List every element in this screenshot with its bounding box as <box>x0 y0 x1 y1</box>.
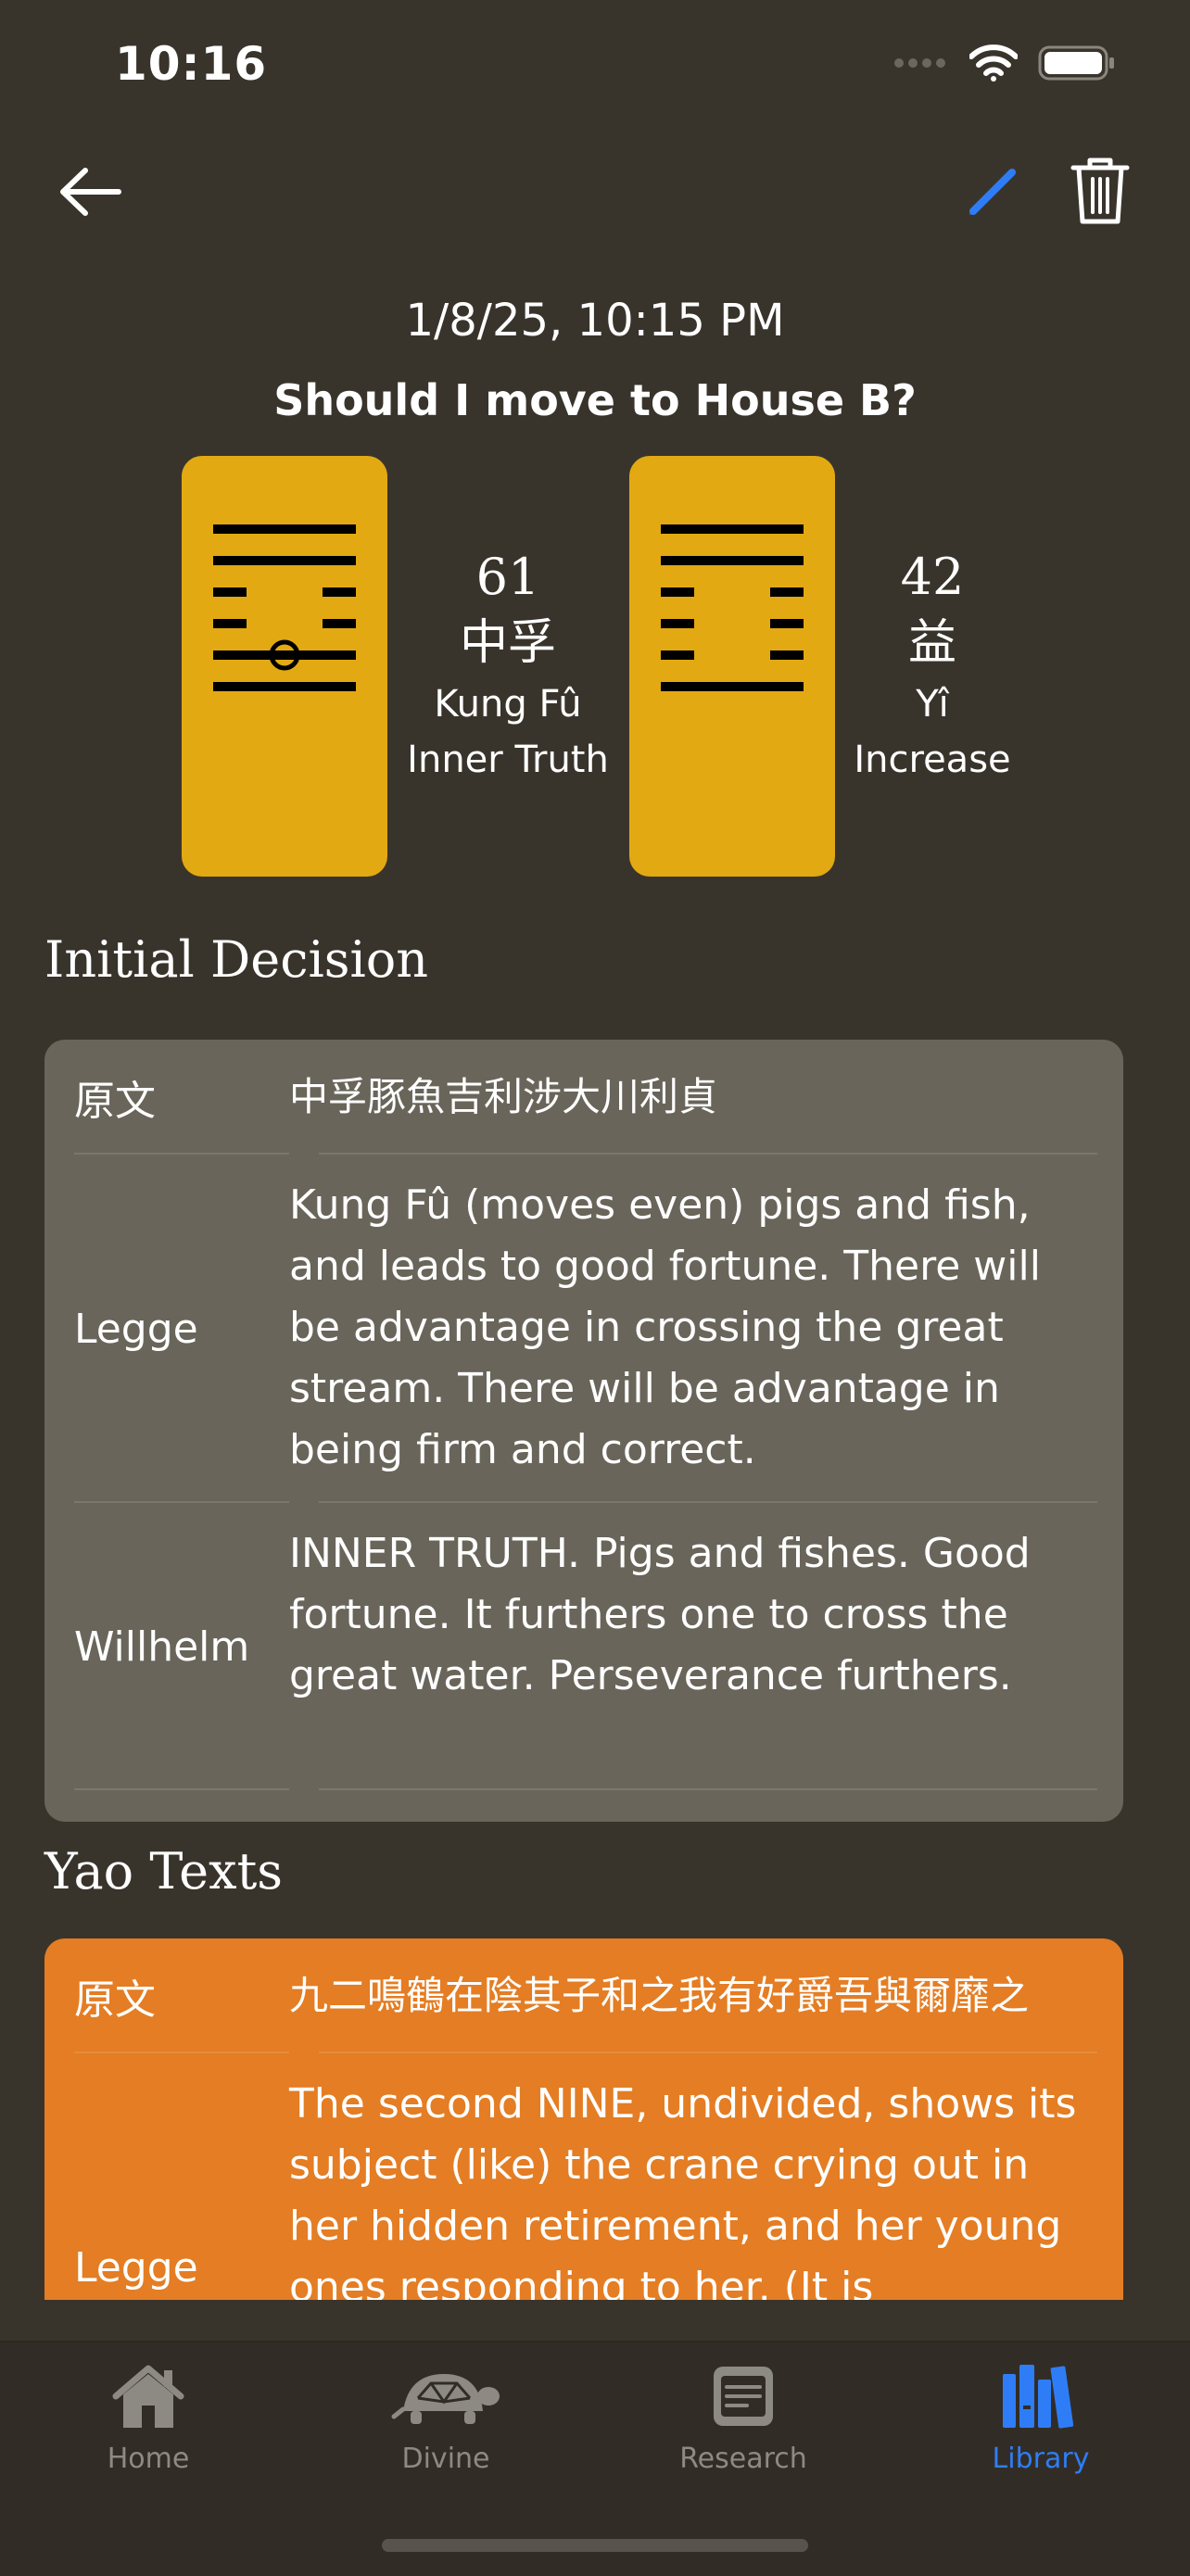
relating-hexagram-card[interactable] <box>629 456 835 877</box>
section-title-initial-decision: Initial Decision <box>44 930 429 989</box>
pencil-icon <box>969 169 1016 215</box>
yin-line-left <box>213 587 247 597</box>
row-text: 九二鳴鶴在陰其子和之我有好爵吾與爾靡之 <box>289 1973 1030 2018</box>
hexagram-pinyin: Yî <box>916 683 949 726</box>
yin-line-right <box>323 619 356 628</box>
text-row: Legge Kung Fû (moves even) pigs and fish… <box>44 1155 1123 1503</box>
yin-line-right <box>770 650 804 660</box>
row-label: 原文 <box>74 1078 156 1125</box>
document-icon <box>714 2367 773 2426</box>
row-text: 中孚豚魚吉利涉大川利貞 <box>289 1074 718 1119</box>
status-time: 10:16 <box>115 37 268 91</box>
row-label: Willhelm <box>74 1623 250 1671</box>
initial-decision-panel: 原文 中孚豚魚吉利涉大川利貞 Legge Kung Fû (moves even… <box>44 1040 1123 1822</box>
yin-line-right <box>323 587 356 597</box>
hexagram-number: 42 <box>900 548 965 606</box>
tab-divine[interactable]: Divine <box>344 2361 548 2475</box>
text-row: Legge The second NINE, undivided, shows … <box>44 2053 1123 2300</box>
turtle-icon <box>391 2374 500 2424</box>
divider <box>74 1788 289 1790</box>
wifi-icon <box>969 44 1018 82</box>
trash-icon <box>1070 158 1130 224</box>
row-label: 原文 <box>74 1976 156 2024</box>
home-indicator <box>382 2539 808 2552</box>
back-button[interactable] <box>54 159 128 224</box>
yin-line-left <box>661 587 694 597</box>
row-label: Legge <box>74 1305 198 1353</box>
tab-home[interactable]: Home <box>46 2361 250 2475</box>
yin-line-right <box>770 587 804 597</box>
yang-line <box>661 556 804 565</box>
delete-button[interactable] <box>1068 153 1133 227</box>
status-bar: 10:16 <box>0 0 1190 139</box>
yin-line-right <box>770 619 804 628</box>
yang-line <box>213 556 356 565</box>
edit-button[interactable] <box>960 158 1025 222</box>
section-title-yao-texts: Yao Texts <box>44 1842 283 1900</box>
yin-line-left <box>213 619 247 628</box>
primary-hexagram-info: 61 中孚 Kung Fû Inner Truth <box>397 545 619 788</box>
row-label: Legge <box>74 2244 198 2292</box>
status-icons <box>893 44 1116 82</box>
yang-line <box>213 524 356 534</box>
hexagram-pinyin: Kung Fû <box>434 683 582 726</box>
books-icon <box>1003 2365 1074 2429</box>
top-nav-bar <box>0 148 1190 241</box>
hexagram-english-name: Inner Truth <box>407 739 609 781</box>
yin-line-left <box>661 619 694 628</box>
reading-date: 1/8/25, 10:15 PM <box>405 295 785 347</box>
yao-texts-panel: 原文 九二鳴鶴在陰其子和之我有好爵吾與爾靡之 Legge The second … <box>44 1938 1123 2300</box>
text-row: Willhelm INNER TRUTH. Pigs and fishes. G… <box>44 1503 1123 1790</box>
tab-label: Research <box>679 2443 807 2475</box>
arrow-left-icon <box>60 168 121 216</box>
row-text: The second NINE, undivided, shows its su… <box>289 2080 1077 2300</box>
tab-library[interactable]: Library <box>939 2361 1143 2475</box>
row-text: Kung Fû (moves even) pigs and fish, and … <box>289 1181 1041 1473</box>
reading-question: Should I move to House B? <box>273 375 917 425</box>
hexagram-lines <box>661 524 804 691</box>
tab-label: Library <box>992 2443 1090 2475</box>
hexagram-english-name: Increase <box>854 739 1011 781</box>
divider <box>319 1788 1097 1790</box>
hexagram-lines <box>213 524 356 691</box>
hexagram-number: 61 <box>475 548 540 606</box>
tab-label: Divine <box>401 2443 490 2475</box>
house-icon <box>112 2365 184 2428</box>
hexagram-chinese-name: 益 <box>907 615 956 671</box>
tab-label: Home <box>107 2443 190 2475</box>
hexagram-chinese-name: 中孚 <box>459 615 556 671</box>
tab-research[interactable]: Research <box>641 2361 845 2475</box>
battery-icon <box>1038 45 1114 81</box>
relating-hexagram-info: 42 益 Yî Increase <box>821 545 1044 788</box>
yang-line <box>213 650 356 660</box>
yang-line <box>213 682 356 691</box>
yang-line <box>661 682 804 691</box>
yang-line <box>661 524 804 534</box>
signal-icon <box>894 58 945 68</box>
row-text: INNER TRUTH. Pigs and fishes. Good fortu… <box>289 1530 1031 1699</box>
primary-hexagram-card[interactable] <box>182 456 387 877</box>
text-row: 原文 中孚豚魚吉利涉大川利貞 <box>44 1040 1123 1155</box>
yin-line-left <box>661 650 694 660</box>
text-row: 原文 九二鳴鶴在陰其子和之我有好爵吾與爾靡之 <box>44 1938 1123 2053</box>
